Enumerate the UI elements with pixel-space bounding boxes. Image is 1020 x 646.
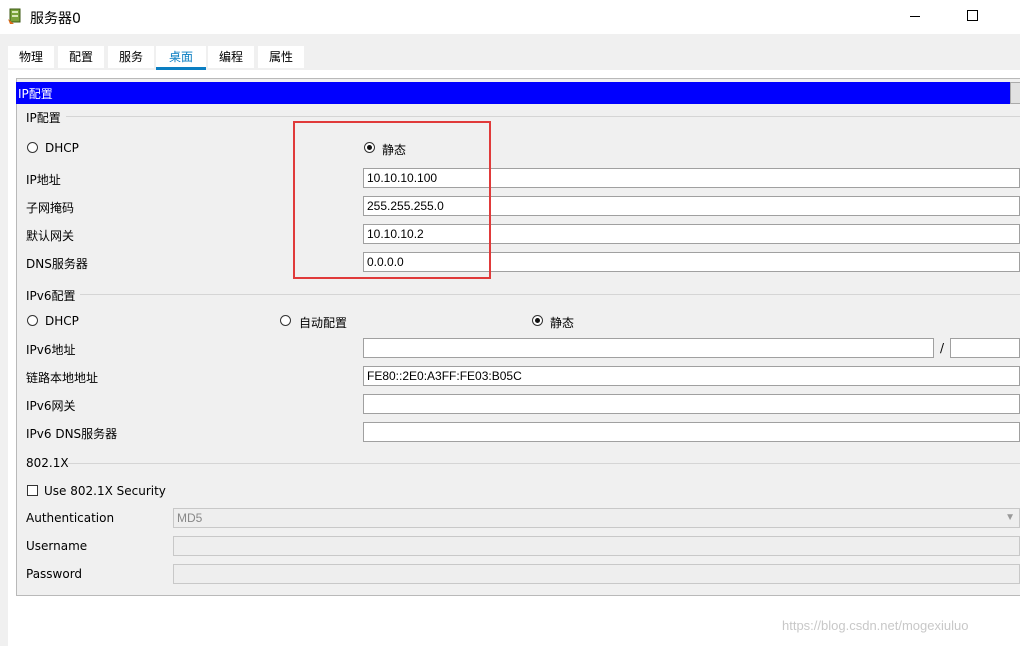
link-local-label: 链路本地地址	[26, 371, 99, 385]
username-label: Username	[26, 539, 88, 553]
group-divider	[68, 463, 1020, 464]
ipv6-static-radio[interactable]	[532, 315, 543, 326]
subnet-mask-label: 子网掩码	[26, 201, 75, 215]
ip-address-label: IP地址	[26, 173, 61, 187]
ipv6-gateway-field[interactable]	[363, 394, 1020, 414]
maximize-button[interactable]	[958, 4, 988, 28]
watermark: https://blog.csdn.net/mogexiuluo	[782, 618, 969, 633]
header-title: IP配置	[18, 87, 53, 101]
ipv6-dns-field[interactable]	[363, 422, 1020, 442]
authentication-select[interactable]: MD5 ▼	[173, 508, 1020, 528]
ipv6-auto-label: 自动配置	[299, 316, 348, 330]
app-icon	[6, 7, 24, 25]
ipv4-dhcp-label: DHCP	[45, 141, 79, 155]
ipv6-address-field[interactable]	[363, 338, 934, 358]
ipv6-prefix-field[interactable]	[950, 338, 1020, 358]
chevron-down-icon: ▼	[1005, 512, 1015, 523]
ipv6-group-title: IPv6配置	[26, 289, 76, 303]
tab-services[interactable]: 服务	[108, 46, 154, 68]
tab-desktop[interactable]: 桌面	[156, 46, 206, 68]
prefix-separator: /	[940, 341, 945, 355]
username-field[interactable]	[173, 536, 1020, 556]
dot1x-group-title: 802.1X	[26, 456, 69, 470]
ipv4-group-title: IP配置	[26, 111, 61, 125]
use-8021x-checkbox[interactable]	[27, 485, 38, 496]
link-local-field[interactable]: FE80::2E0:A3FF:FE03:B05C	[363, 366, 1020, 386]
authentication-value: MD5	[177, 511, 203, 525]
default-gateway-label: 默认网关	[26, 229, 75, 243]
ipv6-address-label: IPv6地址	[26, 343, 76, 357]
password-label: Password	[26, 567, 83, 581]
group-divider	[80, 294, 1020, 295]
tab-physical[interactable]: 物理	[8, 46, 54, 68]
ipv6-static-label: 静态	[550, 316, 575, 330]
group-divider	[66, 116, 1020, 117]
header-close-button[interactable]	[1010, 82, 1020, 104]
ipv4-dhcp-radio[interactable]	[27, 142, 38, 153]
ipv6-auto-radio[interactable]	[280, 315, 291, 326]
tab-config[interactable]: 配置	[58, 46, 104, 68]
ipv6-dhcp-label: DHCP	[45, 314, 79, 328]
minimize-button[interactable]	[900, 4, 930, 28]
ipv6-gateway-label: IPv6网关	[26, 399, 76, 413]
title-bar	[0, 0, 1020, 34]
use-8021x-label: Use 802.1X Security	[44, 484, 166, 498]
highlight-box	[293, 121, 491, 279]
authentication-label: Authentication	[26, 511, 115, 525]
tab-attributes[interactable]: 属性	[258, 46, 304, 68]
tab-programming[interactable]: 编程	[208, 46, 254, 68]
dns-server-label: DNS服务器	[26, 257, 88, 271]
password-field[interactable]	[173, 564, 1020, 584]
ipv6-dns-label: IPv6 DNS服务器	[26, 427, 118, 441]
ipv6-dhcp-radio[interactable]	[27, 315, 38, 326]
ip-config-header: IP配置	[16, 82, 1010, 104]
window-title: 服务器0	[30, 11, 81, 27]
